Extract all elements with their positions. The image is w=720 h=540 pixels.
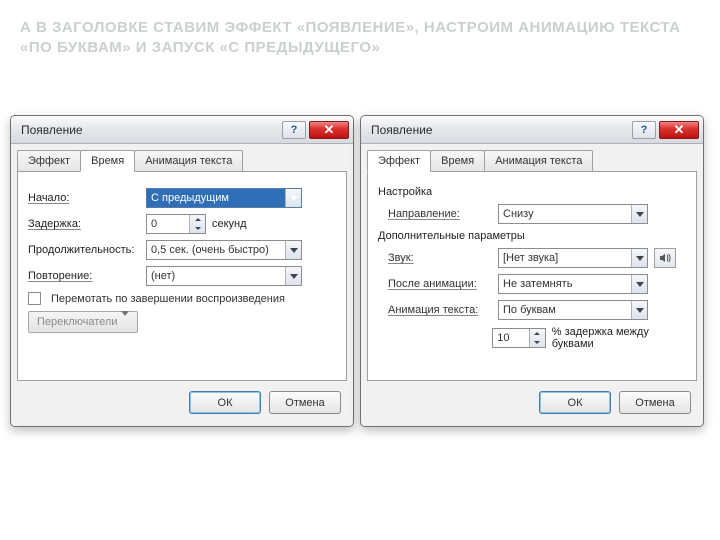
sound-label: Звук: [388, 252, 492, 264]
dialog-appearance-time: Появление Эффект Время Анимация текста Н… [10, 115, 354, 427]
tab-effect[interactable]: Эффект [367, 150, 431, 172]
sound-value: [Нет звука] [503, 252, 558, 264]
duration-label: Продолжительность: [28, 244, 140, 256]
tab-page-effect: Настройка Направление: Снизу Дополнитель… [367, 171, 697, 381]
rewind-label: Перемотать по завершении воспроизведения [51, 293, 285, 305]
chevron-down-icon [121, 316, 129, 328]
tab-effect[interactable]: Эффект [17, 150, 81, 171]
cancel-button[interactable]: Отмена [619, 391, 691, 414]
direction-label: Направление: [388, 208, 492, 220]
repeat-value: (нет) [151, 270, 175, 282]
duration-combo[interactable]: 0,5 сек. (очень быстро) [146, 240, 302, 260]
delay-suffix: секунд [212, 218, 247, 230]
chevron-down-icon [285, 189, 301, 207]
tab-time[interactable]: Время [430, 150, 485, 171]
group-extra-label: Дополнительные параметры [378, 230, 686, 242]
cancel-button[interactable]: Отмена [269, 391, 341, 414]
spin-arrows-icon [189, 215, 205, 233]
delay-label: Задержка: [28, 218, 140, 230]
titlebar[interactable]: Появление [361, 116, 703, 144]
help-button[interactable] [282, 121, 306, 139]
repeat-label: Повторение: [28, 270, 140, 282]
dialog-buttons: ОК Отмена [361, 381, 703, 426]
close-button[interactable] [659, 121, 699, 139]
direction-combo[interactable]: Снизу [498, 204, 648, 224]
ok-button[interactable]: ОК [539, 391, 611, 414]
titlebar[interactable]: Появление [11, 116, 353, 144]
start-value: С предыдущим [151, 192, 229, 204]
after-animation-label: После анимации: [388, 278, 492, 290]
rewind-checkbox[interactable] [28, 292, 41, 305]
tab-strip: Эффект Время Анимация текста [11, 144, 353, 171]
text-animation-value: По буквам [503, 304, 556, 316]
chevron-down-icon [631, 205, 647, 223]
text-animation-label: Анимация текста: [388, 304, 492, 316]
triggers-label: Переключатели [37, 316, 117, 328]
dialog-title: Появление [371, 123, 433, 137]
slide-title: А В ЗАГОЛОВКЕ СТАВИМ ЭФФЕКТ «ПОЯВЛЕНИЕ»,… [20, 18, 700, 59]
dialog-buttons: ОК Отмена [11, 381, 353, 426]
chevron-down-icon [631, 249, 647, 267]
chevron-down-icon [285, 267, 301, 285]
tab-text-animation[interactable]: Анимация текста [134, 150, 243, 171]
delay-value: 0 [151, 218, 157, 230]
duration-value: 0,5 сек. (очень быстро) [151, 244, 269, 256]
repeat-combo[interactable]: (нет) [146, 266, 302, 286]
after-animation-combo[interactable]: Не затемнять [498, 274, 648, 294]
percent-spin[interactable]: 10 [492, 328, 545, 348]
chevron-down-icon [631, 275, 647, 293]
direction-value: Снизу [503, 208, 534, 220]
chevron-down-icon [285, 241, 301, 259]
sound-combo[interactable]: [Нет звука] [498, 248, 648, 268]
after-animation-value: Не затемнять [503, 278, 572, 290]
tab-text-animation[interactable]: Анимация текста [484, 150, 593, 171]
delay-spin[interactable]: 0 [146, 214, 206, 234]
spin-arrows-icon [529, 329, 545, 347]
triggers-button[interactable]: Переключатели [28, 311, 138, 333]
tab-time[interactable]: Время [80, 150, 135, 172]
tab-page-time: Начало: С предыдущим Задержка: 0 секунд [17, 171, 347, 381]
start-combo[interactable]: С предыдущим [146, 188, 302, 208]
text-animation-combo[interactable]: По буквам [498, 300, 648, 320]
help-button[interactable] [632, 121, 656, 139]
sound-preview-button[interactable] [654, 248, 676, 268]
group-setup-label: Настройка [378, 186, 686, 198]
dialog-appearance-effect: Появление Эффект Время Анимация текста Н… [360, 115, 704, 427]
speaker-icon [659, 252, 671, 264]
percent-value: 10 [497, 332, 509, 344]
tab-strip: Эффект Время Анимация текста [361, 144, 703, 171]
dialog-title: Появление [21, 123, 83, 137]
close-button[interactable] [309, 121, 349, 139]
start-label: Начало: [28, 192, 140, 204]
percent-suffix: % задержка между буквами [552, 326, 686, 350]
chevron-down-icon [631, 301, 647, 319]
ok-button[interactable]: ОК [189, 391, 261, 414]
